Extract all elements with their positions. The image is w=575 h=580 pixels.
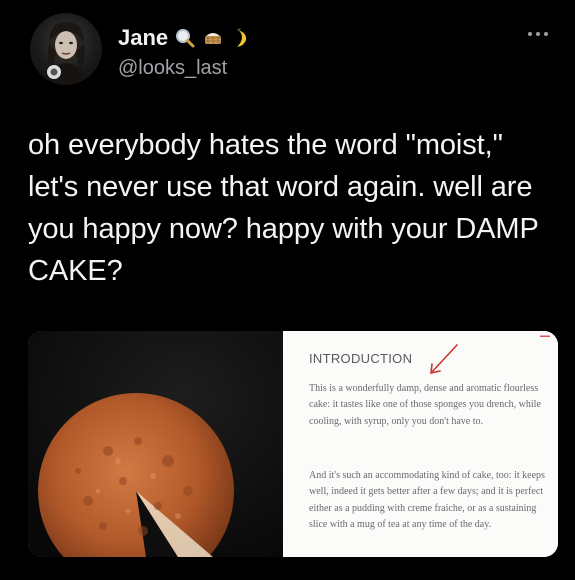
- more-options-icon[interactable]: [528, 29, 554, 39]
- page-corner-mark: ▬▬: [540, 333, 550, 339]
- red-arrow-annotation-icon: [430, 344, 458, 374]
- display-name[interactable]: Jane: [118, 25, 168, 51]
- magnifying-glass-icon: [174, 27, 196, 49]
- avatar-portrait: [44, 21, 88, 85]
- user-handle[interactable]: @looks_last: [118, 57, 227, 80]
- tweet-text: oh everybody hates the word "moist," let…: [28, 129, 539, 287]
- display-name-row: Jane: [118, 25, 252, 51]
- tweet-media[interactable]: ▬▬ INTRODUCTION This is a wonderfully da…: [28, 331, 558, 557]
- book-paragraph-1: This is a wonderfully damp, dense and ar…: [309, 383, 541, 427]
- cake-basket-icon: [202, 27, 224, 49]
- banana-icon: [230, 27, 252, 49]
- book-paragraph-2: And it's such an accommodating kind of c…: [309, 470, 545, 530]
- book-page: ▬▬ INTRODUCTION This is a wonderfully da…: [283, 331, 558, 557]
- book-heading: INTRODUCTION: [309, 351, 413, 366]
- cake-photo: [28, 331, 283, 557]
- avatar[interactable]: [30, 13, 102, 85]
- tweet: Jane @looks_last oh everybody hates the …: [0, 0, 575, 580]
